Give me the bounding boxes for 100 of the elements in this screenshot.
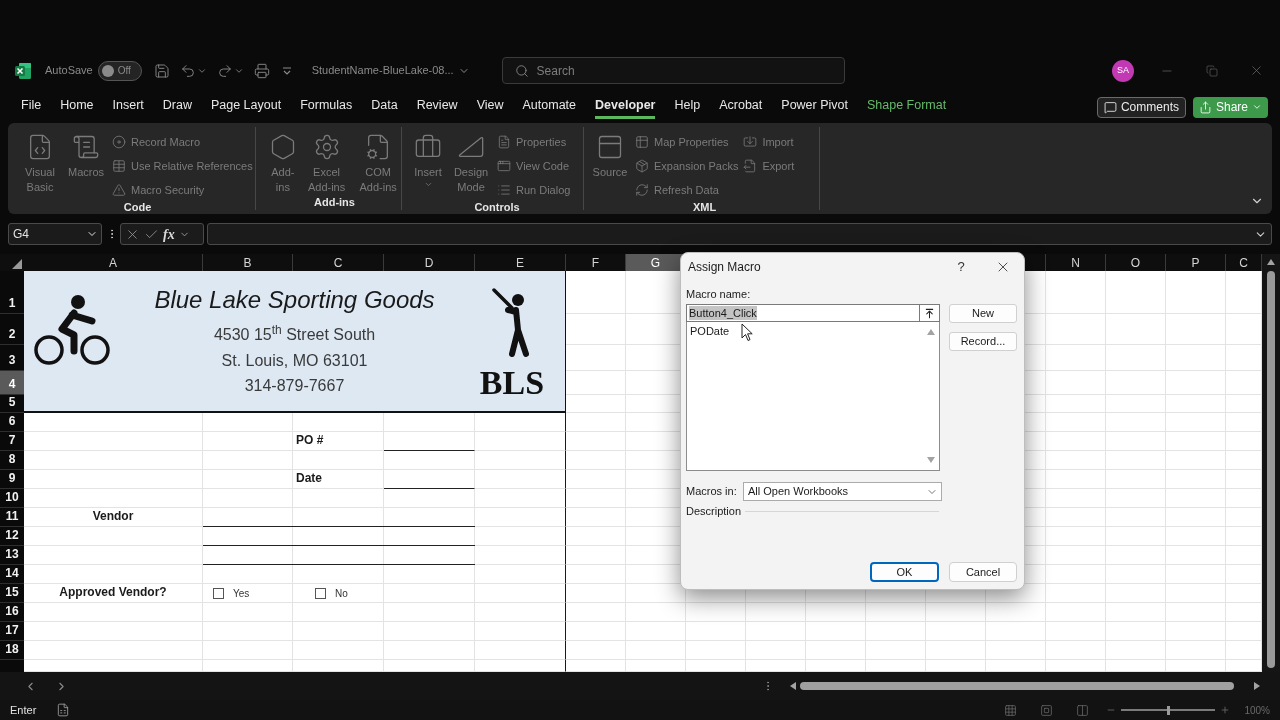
zoom-level[interactable]: 100% (1244, 702, 1270, 718)
table-cell (986, 622, 1046, 641)
menu-tab[interactable]: Shape Format (867, 95, 947, 119)
menu-tab[interactable]: Help (674, 95, 701, 119)
row-header[interactable]: 8 (0, 451, 24, 470)
scrollbar-thumb[interactable] (800, 682, 1234, 690)
table-cell (1166, 470, 1226, 489)
table-cell (1106, 546, 1166, 565)
column-header[interactable]: N (1046, 254, 1106, 271)
row-header[interactable]: 12 (0, 527, 24, 546)
name-box[interactable]: G4 (8, 223, 102, 245)
row-header[interactable]: 17 (0, 622, 24, 641)
table-cell (566, 584, 626, 603)
table-cell (1106, 470, 1166, 489)
table-cell (926, 622, 986, 641)
export-icon (743, 159, 758, 173)
row-header[interactable]: 11 (0, 508, 24, 527)
table-cell (1046, 527, 1106, 546)
row-header[interactable]: 6 (0, 413, 24, 432)
checkbox[interactable] (213, 588, 224, 599)
scroll-down-icon[interactable] (926, 457, 935, 463)
table-cell (1046, 314, 1106, 345)
scroll-left-icon[interactable] (790, 682, 796, 690)
row-header[interactable]: 7 (0, 432, 24, 451)
collapse-button[interactable] (920, 304, 940, 322)
row-header[interactable]: 10 (0, 489, 24, 508)
table-cell (1046, 641, 1106, 660)
row-header[interactable]: 9 (0, 470, 24, 489)
macros-in-dropdown[interactable]: All Open Workbooks (743, 482, 942, 501)
phone-number: 314-879-7667 (244, 376, 345, 396)
printer-icon[interactable] (253, 62, 270, 79)
help-button[interactable]: ? (951, 257, 971, 277)
menu-tab[interactable]: Developer (595, 95, 656, 119)
row-header[interactable]: 16 (0, 603, 24, 622)
menu-tab[interactable]: Power Pivot (781, 95, 848, 119)
menu-tab[interactable]: Data (371, 95, 398, 119)
menu-tab[interactable]: Automate (522, 95, 577, 119)
dialog-button[interactable]: OK (870, 562, 939, 582)
row-header[interactable]: 14 (0, 565, 24, 584)
menu-tab[interactable]: Review (416, 95, 458, 119)
insert-function-button[interactable]: fx (163, 223, 175, 245)
dialog-button[interactable]: New (949, 304, 1017, 323)
macros-in-label: Macros in: (686, 484, 738, 500)
row-header[interactable]: 18 (0, 641, 24, 660)
menu-tab[interactable]: Page Layout (210, 95, 282, 119)
row-header[interactable]: 15 (0, 584, 24, 603)
menu-tab[interactable]: Home (60, 95, 94, 119)
checkbox-option[interactable]: No (293, 586, 348, 601)
table-cell (566, 641, 626, 660)
table-cell (1046, 371, 1106, 395)
table-cell (1106, 371, 1166, 395)
columns-view-icon[interactable] (1076, 703, 1090, 717)
table-cell (1046, 395, 1106, 413)
zoom-slider-thumb[interactable] (1166, 705, 1170, 715)
undo-icon[interactable] (179, 62, 196, 79)
macro-list-item[interactable]: PODate (689, 323, 922, 339)
column-header[interactable]: P (1166, 254, 1226, 271)
menu-tab[interactable]: View (476, 95, 504, 119)
po-number-label: PO # (293, 432, 384, 451)
file-name[interactable]: StudentName-BlueLake-08... (311, 62, 454, 79)
status-mode: Enter (10, 702, 37, 718)
table-cell (1166, 271, 1226, 314)
menu-tab[interactable]: Formulas (300, 95, 353, 119)
search-field[interactable]: Search (501, 57, 845, 84)
checkbox[interactable] (315, 588, 326, 599)
select-all-icon[interactable] (12, 259, 22, 269)
search-icon (514, 63, 529, 78)
table-cell (1046, 565, 1106, 584)
ribbon-group-label: Controls (473, 200, 521, 215)
grid-view-icon[interactable] (1004, 703, 1018, 717)
comments-button[interactable]: Comments (1096, 96, 1186, 118)
column-header[interactable]: O (1106, 254, 1166, 271)
table-cell (1046, 413, 1106, 432)
dialog-button[interactable]: Record... (949, 332, 1017, 351)
table-cell (1046, 546, 1106, 565)
menu-tab[interactable]: File (21, 95, 42, 119)
table-cell (1046, 271, 1106, 314)
menu-tab[interactable]: Draw (162, 95, 192, 119)
user-avatar[interactable]: SA (1112, 59, 1134, 82)
macro-name-field[interactable]: Button4_Click (686, 304, 920, 322)
scroll-up-icon[interactable] (1267, 259, 1275, 265)
redo-icon[interactable] (216, 62, 233, 79)
save-icon[interactable] (153, 62, 170, 79)
dialog-button[interactable]: Cancel (949, 562, 1017, 582)
menu-tab[interactable]: Acrobat (719, 95, 763, 119)
row-header[interactable]: 4 (0, 371, 24, 395)
formula-input[interactable] (207, 223, 1272, 245)
table-cell (686, 622, 746, 641)
customize-dropdown-icon[interactable] (281, 65, 292, 76)
spreadsheet-file-icon[interactable] (56, 703, 71, 717)
table-cell (1106, 584, 1166, 603)
menu-tab[interactable]: Insert (112, 95, 144, 119)
row-header[interactable]: 13 (0, 546, 24, 565)
scroll-right-icon[interactable] (1254, 682, 1260, 690)
scrollbar-thumb[interactable] (1267, 271, 1275, 668)
share-button[interactable]: Share (1192, 96, 1268, 118)
table-cell (1166, 565, 1226, 584)
table-cell (1046, 508, 1106, 527)
autosave-toggle[interactable]: Off (97, 60, 142, 81)
checkbox-option[interactable]: Yes (203, 586, 250, 601)
